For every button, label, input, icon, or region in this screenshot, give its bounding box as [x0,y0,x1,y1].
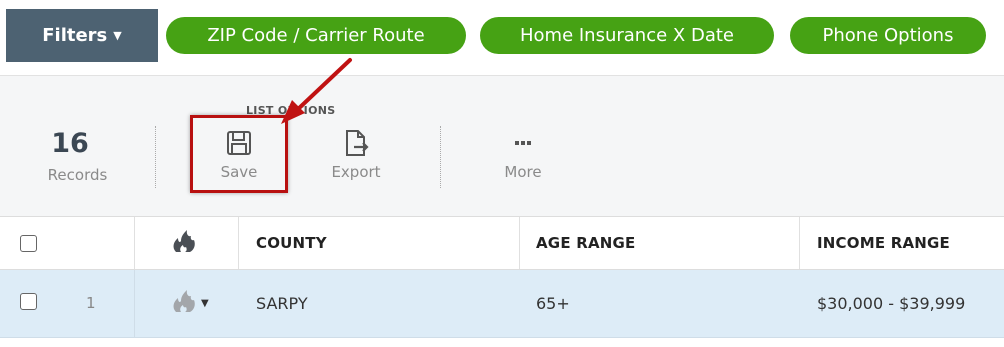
column-divider [519,217,520,269]
column-header-income-range[interactable]: INCOME RANGE [817,217,950,269]
table-header: COUNTY AGE RANGE INCOME RANGE [0,216,1004,270]
filter-pill-phone-options[interactable]: Phone Options [790,17,986,54]
toolbar-divider [440,126,441,188]
more-label: More [504,163,542,181]
heat-dropdown[interactable]: ▼ [170,270,209,336]
flame-icon [170,228,198,258]
save-highlight-box [190,115,288,193]
export-button[interactable]: Export [316,126,396,181]
caret-down-icon: ▼ [201,297,209,309]
ellipsis-icon [483,126,563,160]
export-label: Export [331,163,381,181]
column-divider [238,217,239,269]
records-count: 16 [51,128,89,159]
table-row[interactable]: 1 ▼ SARPY 65+ $30,000 - $39,999 [0,270,1004,338]
heat-column-header[interactable] [170,217,198,269]
cell-county: SARPY [256,293,308,313]
column-divider [799,217,800,269]
records-label: Records [47,166,108,184]
column-divider [134,270,135,337]
export-file-icon [316,126,396,160]
filter-bar: Filters ▼ ZIP Code / Carrier Route Home … [0,0,1004,75]
filter-pill-zip-carrier[interactable]: ZIP Code / Carrier Route [166,17,466,54]
row-number: 1 [86,294,96,312]
row-checkbox[interactable] [20,293,37,310]
more-button[interactable]: More [483,126,563,181]
column-header-age-range[interactable]: AGE RANGE [536,217,635,269]
flame-icon [170,288,198,318]
list-toolbar: 16 Records LIST OPTIONS Save Export More [0,76,1004,216]
cell-income-range: $30,000 - $39,999 [817,293,966,313]
column-header-county[interactable]: COUNTY [256,217,327,269]
filters-button[interactable]: Filters ▼ [6,9,158,62]
select-all-checkbox[interactable] [20,235,37,252]
filters-label: Filters [42,25,108,46]
cell-age-range: 65+ [536,293,570,313]
caret-down-icon: ▼ [113,29,122,42]
column-divider [134,217,135,269]
filter-pill-home-insurance[interactable]: Home Insurance X Date [480,17,774,54]
toolbar-divider [155,126,156,188]
